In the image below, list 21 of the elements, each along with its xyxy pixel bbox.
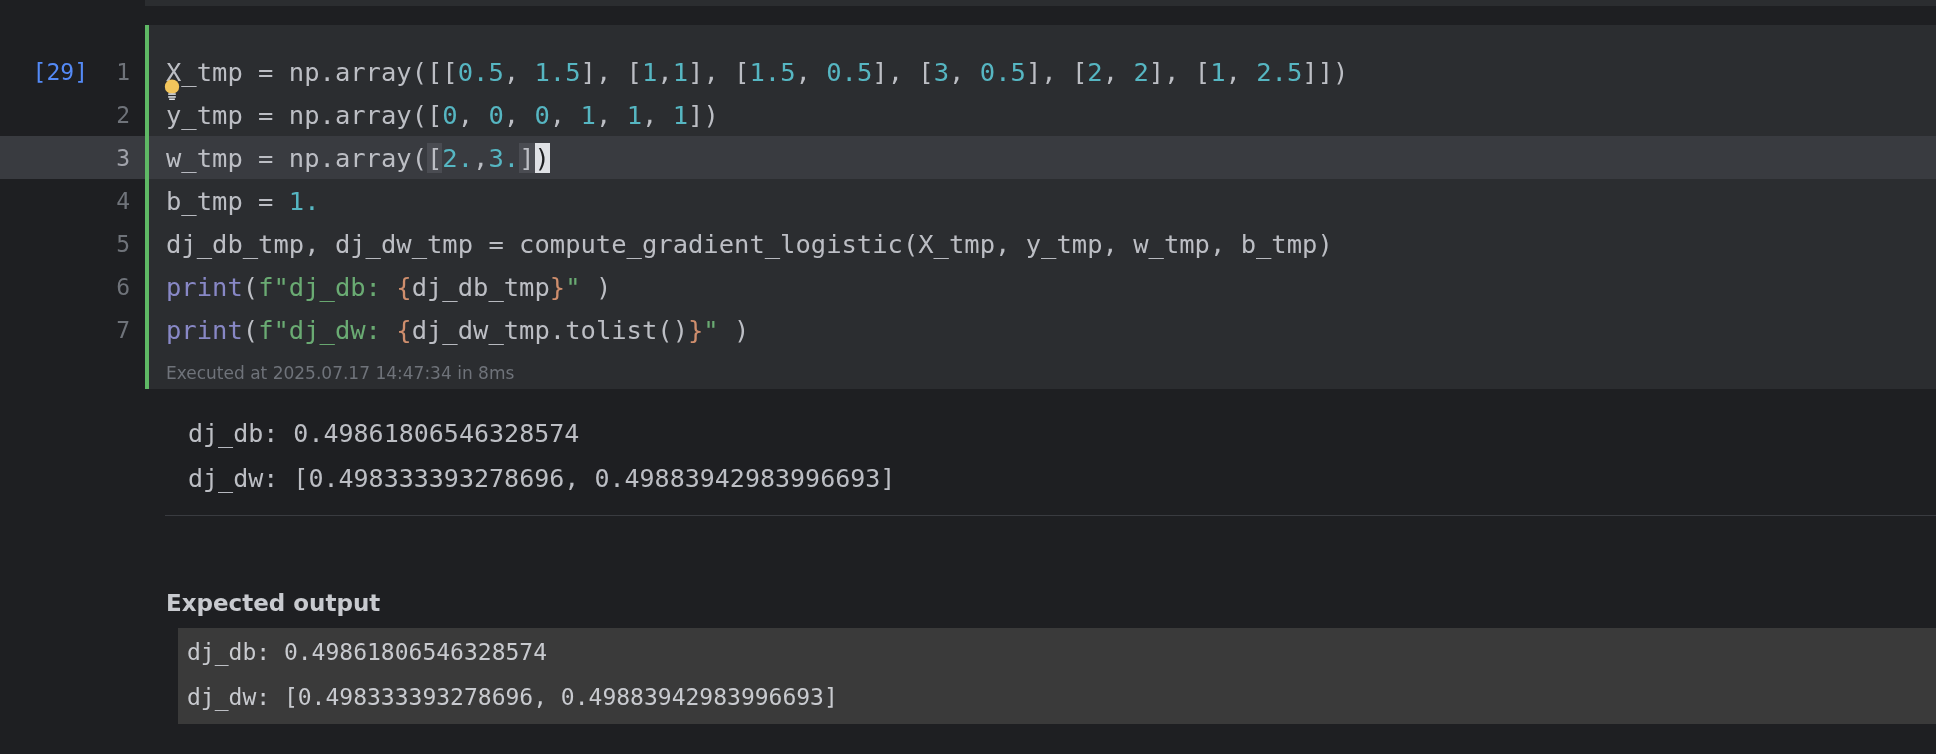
execution-count: [29] — [32, 58, 88, 85]
execution-time: Executed at 2025.07.17 14:47:34 in 8ms — [166, 363, 515, 383]
line-number: 7 — [116, 316, 130, 343]
output-line: dj_dw: [0.498333393278696, 0.49883942983996693] — [188, 463, 897, 495]
code-line[interactable]: b_tmp = 1. — [166, 185, 320, 216]
code-line[interactable]: X_tmp = np.array([[0.5, 1.5], [1,1], [1.5, 0.5], [3, 0.5], [2, 2], [1, 2.5]]) — [166, 56, 1349, 87]
line-number: 5 — [116, 230, 130, 257]
expected-output-line: dj_dw: [0.498333393278696, 0.49883942983996693] — [187, 684, 838, 710]
expected-output-heading: Expected output — [166, 590, 382, 618]
code-line[interactable]: print(f"dj_dw: {dj_dw_tmp.tolist()}" ) — [166, 314, 750, 345]
line-number: 3 — [116, 144, 130, 171]
line-number: 2 — [116, 101, 130, 128]
code-line[interactable]: y_tmp = np.array([0, 0, 0, 1, 1, 1]) — [166, 99, 719, 130]
line-number: 1 — [116, 58, 130, 85]
code-line[interactable]: dj_db_tmp, dj_dw_tmp = compute_gradient_logistic(X_tmp, y_tmp, w_tmp, b_tmp) — [166, 228, 1333, 259]
expected-output-line: dj_db: 0.49861806546328574 — [187, 639, 548, 665]
line-number: 6 — [116, 273, 130, 300]
line-number: 4 — [116, 187, 130, 214]
code-line[interactable]: print(f"dj_db: {dj_db_tmp}" ) — [166, 271, 612, 302]
output-line: dj_db: 0.49861806546328574 — [188, 418, 581, 450]
code-line[interactable]: w_tmp = np.array([2.,3.]) — [166, 142, 550, 173]
